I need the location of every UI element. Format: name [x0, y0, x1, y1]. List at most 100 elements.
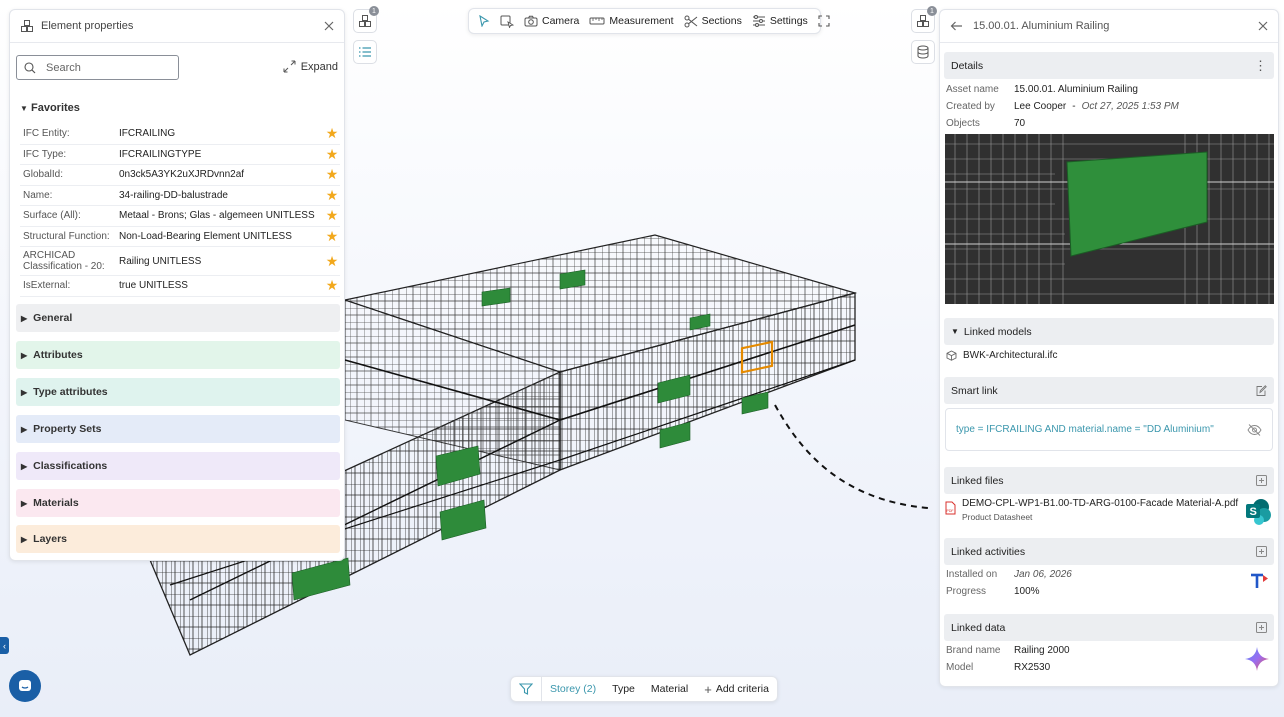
- star-icon[interactable]: ★: [324, 166, 340, 183]
- property-value: Metaal - Brons; Glas - algemeen UNITLESS: [119, 210, 315, 222]
- star-icon[interactable]: ★: [324, 228, 340, 245]
- more-vertical-icon[interactable]: ⋮: [1254, 59, 1267, 72]
- panel-title: Element properties: [41, 20, 134, 32]
- section-label: Layers: [33, 533, 68, 545]
- section-general[interactable]: ▶ General: [16, 304, 340, 332]
- sections-button[interactable]: Sections: [679, 9, 747, 33]
- property-value: Non-Load-Bearing Element UNITLESS: [119, 230, 292, 242]
- star-icon[interactable]: ★: [324, 146, 340, 163]
- section-label: Type attributes: [33, 386, 108, 398]
- table-row: GlobalId: 0n3ck5A3YK2uXJRDvnn2af ★: [20, 165, 340, 186]
- filter-material[interactable]: Material: [643, 683, 696, 695]
- add-criteria-label: Add criteria: [715, 683, 769, 695]
- caret-right-icon: ▶: [21, 461, 28, 471]
- section-materials[interactable]: ▶ Materials: [16, 489, 340, 517]
- panel-header: Element properties: [10, 10, 344, 43]
- timestamp: Oct 27, 2025 1:53 PM: [1081, 101, 1179, 112]
- add-icon[interactable]: [1256, 475, 1267, 486]
- box-select-tool[interactable]: [495, 9, 519, 33]
- star-icon[interactable]: ★: [324, 253, 340, 270]
- linked-models-header[interactable]: ▼ Linked models: [944, 318, 1274, 345]
- property-key: Name:: [23, 189, 53, 201]
- property-key: IFC Type:: [23, 148, 67, 160]
- search-input[interactable]: [46, 61, 166, 74]
- section-classifications[interactable]: ▶ Classifications: [16, 452, 340, 480]
- models-button-right[interactable]: 1: [911, 6, 937, 33]
- caret-right-icon: ▶: [21, 534, 28, 544]
- eye-off-icon[interactable]: [1247, 423, 1262, 436]
- brand-name-row: Brand name Railing 2000: [946, 645, 1070, 656]
- settings-button[interactable]: Settings: [747, 9, 813, 33]
- field-value: Jan 06, 2026: [1014, 569, 1072, 580]
- count-badge: 1: [369, 6, 379, 16]
- add-criteria-button[interactable]: + Add criteria: [696, 682, 777, 697]
- asset-details-panel: 15.00.01. Aluminium Railing Details ⋮ As…: [939, 9, 1279, 687]
- star-icon[interactable]: ★: [324, 207, 340, 224]
- panel-header: 15.00.01. Aluminium Railing: [940, 10, 1278, 43]
- box-select-icon: [500, 15, 514, 28]
- section-property-sets[interactable]: ▶ Property Sets: [16, 415, 340, 443]
- select-tool[interactable]: [473, 9, 495, 33]
- caret-down-icon: ▼: [20, 104, 28, 113]
- caret-right-icon: ▶: [21, 424, 28, 434]
- expand-button[interactable]: Expand: [283, 60, 338, 73]
- collapse-tab[interactable]: ‹: [0, 637, 9, 654]
- field-label: Installed on: [946, 569, 998, 580]
- section-title: Linked data: [951, 621, 1006, 634]
- smart-link-query[interactable]: type = IFCRAILING AND material.name = "D…: [945, 408, 1273, 451]
- list-icon: [358, 45, 372, 59]
- settings-label: Settings: [769, 15, 808, 27]
- field-value: Lee Cooper: [1014, 101, 1067, 112]
- element-properties-panel: Element properties Expand ▼ Favorites IF…: [9, 9, 345, 561]
- add-icon[interactable]: [1256, 546, 1267, 557]
- star-icon[interactable]: ★: [324, 125, 340, 142]
- property-key: ARCHICAD Classification - 20:: [23, 250, 105, 272]
- models-icon: [358, 14, 372, 28]
- count-badge: 1: [927, 6, 937, 16]
- field-label: Created by: [946, 101, 995, 112]
- section-attributes[interactable]: ▶ Attributes: [16, 341, 340, 369]
- section-layers[interactable]: ▶ Layers: [16, 525, 340, 553]
- star-icon[interactable]: ★: [324, 187, 340, 204]
- section-title: Details: [951, 59, 984, 72]
- field-label: Model: [946, 662, 974, 673]
- storey-label: Storey (2): [550, 683, 597, 695]
- property-value: IFCRAILING: [119, 128, 176, 140]
- section-title: Smart link: [951, 384, 998, 397]
- file-type: Product Datasheet: [962, 512, 1033, 522]
- linked-file-item[interactable]: PDF DEMO-CPL-WP1-B1.00-TD-ARG-0100-Facad…: [945, 498, 1275, 528]
- fullscreen-icon: [818, 15, 830, 27]
- camera-button[interactable]: Camera: [519, 9, 584, 33]
- list-button[interactable]: [353, 40, 377, 64]
- measurement-label: Measurement: [609, 15, 674, 27]
- linked-files-header: Linked files: [944, 467, 1274, 494]
- search-field[interactable]: [16, 55, 179, 80]
- plus-icon: +: [704, 681, 712, 697]
- camera-icon: [524, 15, 538, 27]
- chat-button[interactable]: [9, 670, 41, 702]
- star-icon[interactable]: ★: [324, 277, 340, 294]
- filter-icon: [519, 683, 533, 695]
- field-value: 70: [1014, 118, 1026, 129]
- section-title: Linked models: [963, 325, 1032, 338]
- edit-icon[interactable]: [1255, 384, 1267, 397]
- close-icon[interactable]: [1258, 21, 1268, 31]
- filter-button[interactable]: [511, 677, 542, 701]
- database-button[interactable]: [911, 40, 935, 64]
- favorites-toggle[interactable]: ▼ Favorites: [20, 102, 80, 114]
- model-name: BWK-Architectural.ifc: [963, 350, 1058, 361]
- filter-type[interactable]: Type: [604, 683, 643, 695]
- filter-storey[interactable]: Storey (2): [542, 683, 604, 695]
- fullscreen-button[interactable]: [813, 9, 835, 33]
- measurement-button[interactable]: Measurement: [584, 9, 678, 33]
- add-icon[interactable]: [1256, 622, 1267, 633]
- back-arrow-icon[interactable]: [950, 21, 963, 31]
- property-value: IFCRAILINGTYPE: [119, 148, 202, 160]
- models-button[interactable]: 1: [353, 6, 379, 33]
- table-row: IFC Entity: IFCRAILING ★: [20, 124, 340, 145]
- linked-model-item[interactable]: BWK-Architectural.ifc: [946, 350, 1057, 361]
- type-label: Type: [612, 683, 635, 695]
- sharepoint-icon: S: [1245, 498, 1272, 525]
- close-icon[interactable]: [324, 21, 334, 31]
- section-type-attributes[interactable]: ▶ Type attributes: [16, 378, 340, 406]
